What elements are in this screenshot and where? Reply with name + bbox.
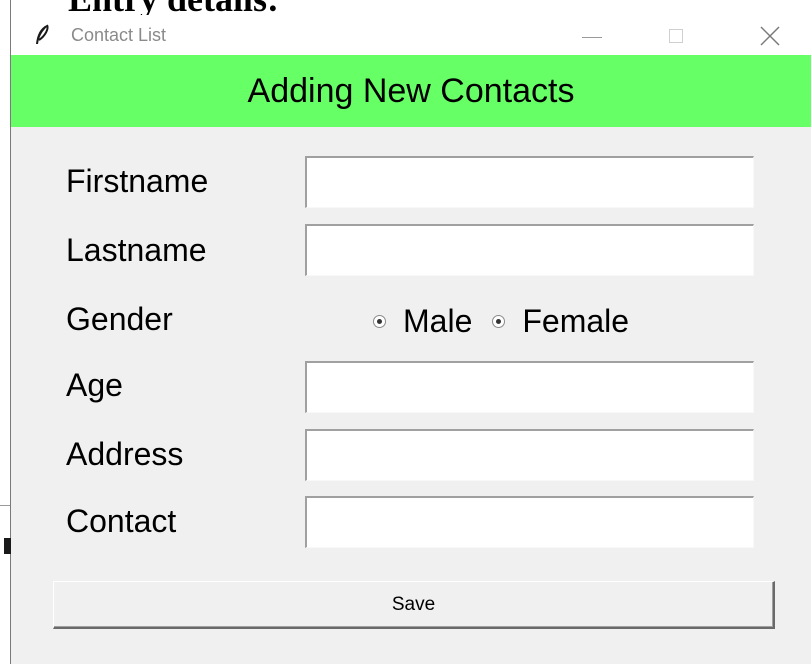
gender-option-male[interactable]: Male — [373, 303, 472, 340]
background-tick — [0, 505, 10, 506]
feather-icon — [31, 24, 53, 46]
close-button[interactable] — [741, 15, 801, 55]
gender-option-female[interactable]: Female — [492, 303, 629, 340]
firstname-input[interactable] — [305, 156, 754, 208]
contact-input[interactable] — [305, 496, 754, 548]
male-radio-button[interactable] — [373, 314, 386, 328]
firstname-label: Firstname — [66, 163, 209, 199]
close-icon — [759, 25, 781, 47]
background-scroll-mark — [4, 538, 11, 554]
gender-label: Gender — [66, 301, 173, 337]
lastname-input[interactable] — [305, 224, 754, 276]
maximize-icon — [669, 29, 683, 43]
age-input[interactable] — [305, 361, 754, 413]
female-radio-label: Female — [522, 302, 630, 339]
contact-label: Contact — [66, 503, 177, 539]
gender-radio-group: Male Female — [373, 301, 629, 341]
form-banner: Adding New Contacts — [11, 55, 811, 127]
maximize-button[interactable] — [647, 15, 707, 55]
male-radio-label: Male — [403, 302, 473, 339]
female-radio-button[interactable] — [492, 314, 506, 328]
window-title: Contact List — [71, 25, 167, 45]
address-input[interactable] — [305, 429, 754, 481]
contact-list-window: Contact List Adding New Contacts Firstna… — [11, 15, 811, 664]
minimize-button[interactable] — [563, 15, 623, 55]
minimize-icon — [582, 37, 602, 38]
address-label: Address — [66, 436, 184, 472]
lastname-label: Lastname — [66, 232, 207, 268]
age-label: Age — [66, 367, 123, 403]
window-titlebar[interactable]: Contact List — [11, 15, 811, 55]
save-button[interactable]: Save — [53, 581, 775, 629]
